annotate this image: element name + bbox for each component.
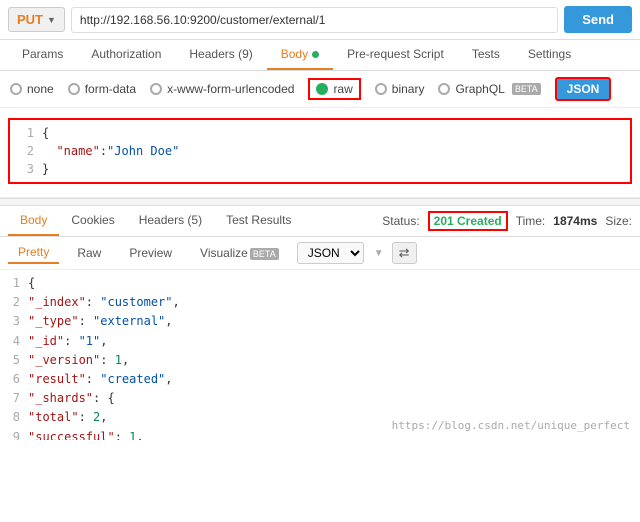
line-number: 7 [0,389,28,408]
radio-circle-raw [316,83,328,95]
radio-raw[interactable]: raw [308,78,360,100]
response-tabs: Body Cookies Headers (5) Test Results St… [0,206,640,237]
editor-area: 1 2 3 { "name":"John Doe" } [0,108,640,198]
top-bar: PUT ▼ Send [0,0,640,40]
tab-tests[interactable]: Tests [458,40,514,70]
json-format-select[interactable]: JSON [297,242,364,264]
table-row: 3 "_type": "external", [0,312,640,331]
send-button[interactable]: Send [564,6,632,33]
response-tab-headers[interactable]: Headers (5) [127,206,214,236]
method-select[interactable]: PUT ▼ [8,7,65,32]
visualize-beta-badge: BETA [250,248,279,260]
section-divider [0,198,640,206]
radio-circle-none [10,83,22,95]
table-row: 1{ [0,274,640,293]
code-segment: { [28,274,640,293]
code-segment: "_index": "customer", [28,293,640,312]
tab-body[interactable]: Body [267,40,333,70]
body-dot-icon [312,51,319,58]
radio-none[interactable]: none [10,82,54,96]
code-segment: "_shards": { [28,389,640,408]
line-number: 8 [0,408,28,427]
format-pretty-button[interactable]: Pretty [8,242,59,264]
table-row: 6 "result": "created", [0,370,640,389]
line-number: 4 [0,332,28,351]
radio-circle-urlencoded [150,83,162,95]
status-area: Status: 201 Created Time: 1874ms Size: [382,211,632,231]
line-number: 1 [0,274,28,293]
wrap-lines-button[interactable]: ⇄ [392,242,417,264]
response-tab-cookies[interactable]: Cookies [59,206,126,236]
method-label: PUT [17,12,43,27]
response-body: 1{2 "_index": "customer",3 "_type": "ext… [0,270,640,440]
request-tabs: Params Authorization Headers (9) Body Pr… [0,40,640,71]
code-content[interactable]: { "name":"John Doe" } [42,124,179,178]
time-label: Time: [516,214,546,228]
response-tab-body[interactable]: Body [8,206,59,236]
request-body-editor[interactable]: 1 2 3 { "name":"John Doe" } [8,118,632,184]
table-row: 2 "_index": "customer", [0,293,640,312]
code-segment: "result": "created", [28,370,640,389]
watermark: https://blog.csdn.net/unique_perfect [392,419,630,432]
tab-authorization[interactable]: Authorization [77,40,175,70]
response-lines: 1{2 "_index": "customer",3 "_type": "ext… [0,274,640,440]
line-numbers: 1 2 3 [14,124,42,178]
radio-circle-graphql [438,83,450,95]
format-row: Pretty Raw Preview VisualizeBETA JSON ▼ … [0,237,640,270]
format-raw-button[interactable]: Raw [67,243,111,263]
graphql-beta-badge: BETA [512,83,541,95]
format-visualize-button[interactable]: VisualizeBETA [190,243,289,263]
line-number: 6 [0,370,28,389]
radio-graphql[interactable]: GraphQL BETA [438,82,540,96]
body-type-row: none form-data x-www-form-urlencoded raw… [0,71,640,108]
table-row: 4 "_id": "1", [0,332,640,351]
time-value: 1874ms [553,214,597,228]
code-segment: "_type": "external", [28,312,640,331]
line-number: 3 [0,312,28,331]
radio-circle-binary [375,83,387,95]
size-label: Size: [605,214,632,228]
json-format-button[interactable]: JSON [555,77,612,101]
radio-urlencoded[interactable]: x-www-form-urlencoded [150,82,294,96]
code-segment: "_version": 1, [28,351,640,370]
status-label: Status: [382,214,419,228]
response-tab-test-results[interactable]: Test Results [214,206,303,236]
line-number: 2 [0,293,28,312]
tab-settings[interactable]: Settings [514,40,585,70]
table-row: 7 "_shards": { [0,389,640,408]
line-number: 9 [0,428,28,441]
format-preview-button[interactable]: Preview [119,243,182,263]
table-row: 5 "_version": 1, [0,351,640,370]
chevron-down-icon: ▼ [47,15,56,25]
line-number: 5 [0,351,28,370]
tab-pre-request[interactable]: Pre-request Script [333,40,458,70]
code-segment: "_id": "1", [28,332,640,351]
tab-headers[interactable]: Headers (9) [175,40,266,70]
radio-circle-form-data [68,83,80,95]
dropdown-arrow-icon: ▼ [374,248,384,259]
tab-params[interactable]: Params [8,40,77,70]
status-badge: 201 Created [428,211,508,231]
radio-binary[interactable]: binary [375,82,425,96]
radio-form-data[interactable]: form-data [68,82,136,96]
url-input[interactable] [71,7,558,33]
